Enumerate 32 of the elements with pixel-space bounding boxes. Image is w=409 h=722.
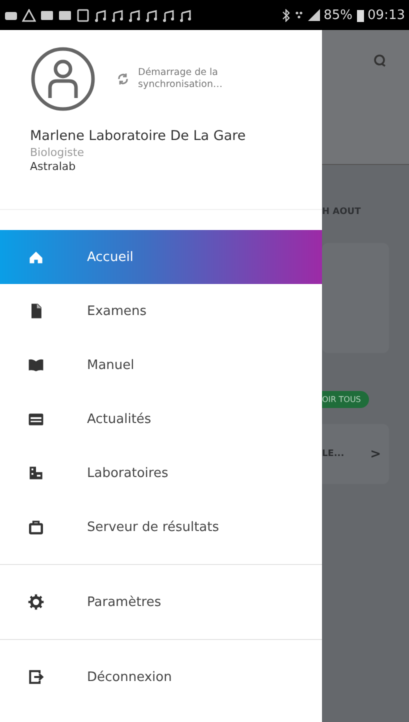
notification-icon bbox=[58, 8, 72, 22]
music-note-icon bbox=[145, 8, 158, 22]
card-title: LE... bbox=[322, 449, 344, 459]
date-heading: H AOUT bbox=[322, 207, 362, 217]
user-name: Marlene Laboratoire De La Gare bbox=[30, 128, 247, 144]
music-note-icon bbox=[128, 8, 141, 22]
building-icon bbox=[27, 464, 45, 482]
music-note-icon bbox=[162, 8, 175, 22]
organization-name: Astralab bbox=[30, 160, 77, 173]
clock: 09:13 bbox=[368, 8, 405, 22]
sync-icon bbox=[116, 72, 130, 86]
user-role: Biologiste bbox=[30, 146, 85, 159]
sync-status: Démarrage de la synchronisation… bbox=[138, 66, 224, 92]
notification-icon bbox=[22, 8, 36, 22]
see-all-button[interactable]: OIR TOUS bbox=[322, 391, 369, 408]
bluetooth-icon bbox=[282, 8, 290, 22]
signal-icon bbox=[308, 9, 320, 21]
logout-icon bbox=[27, 668, 45, 686]
music-note-icon bbox=[111, 8, 124, 22]
notification-icon bbox=[40, 8, 54, 22]
bag-icon bbox=[27, 518, 45, 536]
music-note-icon bbox=[179, 8, 192, 22]
data-signal-icon bbox=[294, 9, 304, 21]
battery-percent: 85% bbox=[324, 8, 353, 22]
battery-icon bbox=[356, 8, 364, 22]
search-icon[interactable] bbox=[373, 54, 387, 68]
chevron: > bbox=[370, 446, 381, 462]
user-avatar-icon bbox=[30, 46, 96, 112]
settings-icon bbox=[27, 593, 45, 611]
music-note-icon bbox=[94, 8, 107, 22]
notification-icon bbox=[76, 8, 90, 22]
menu-item[interactable]: Accueil bbox=[0, 230, 322, 284]
